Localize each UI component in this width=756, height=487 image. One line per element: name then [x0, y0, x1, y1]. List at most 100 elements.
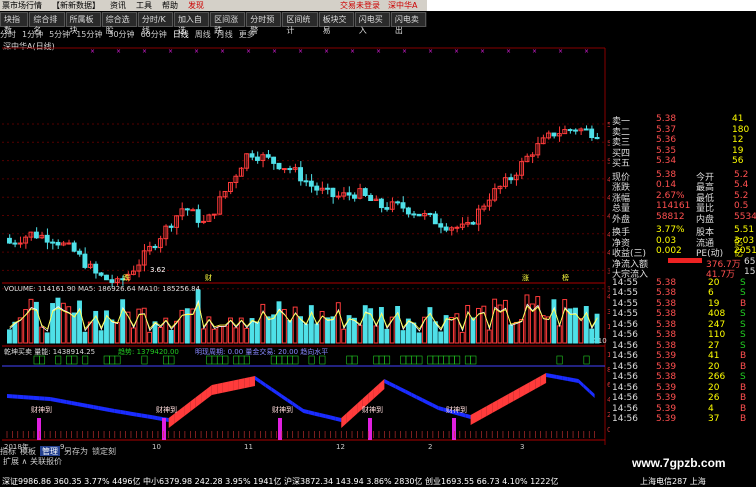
candle-body: [190, 209, 196, 212]
volume-bar: [373, 325, 379, 344]
bottom-tab[interactable]: 锁定刻: [92, 446, 116, 456]
signal-mark: ×: [480, 48, 485, 55]
volume-bar: [195, 289, 201, 344]
tick-row-cell: 26: [708, 393, 720, 403]
tick-row-cell: 5.38: [656, 340, 677, 351]
indicator-ribbon: [438, 406, 444, 412]
indicator-ribbon: [104, 407, 110, 412]
tick-row-cell: 5.38: [656, 277, 677, 288]
indicator-step: [109, 355, 116, 365]
tick-row-cell: 5.38: [656, 319, 677, 330]
stat-row-cell: 5.4: [734, 180, 749, 190]
order-book-row-cell: 5.34: [656, 156, 677, 166]
volume-bar: [335, 302, 341, 344]
tick-row: 14:56 5.38 110 S: [610, 330, 756, 340]
indicator-ribbon: [44, 396, 51, 401]
volume-bar: [583, 306, 589, 344]
indicator-step: [287, 355, 294, 365]
tick-row: 14:56 5.38 27 S: [610, 341, 756, 351]
tick-row-cell: 14:56: [612, 372, 638, 382]
indicator-ribbon: [352, 403, 358, 419]
order-book-row-cell: 5.37: [656, 124, 677, 135]
indicator-ribbon: [427, 400, 433, 408]
indicator-ribbon: [470, 412, 477, 425]
order-book-row: 卖二 5.37 180: [610, 124, 756, 138]
order-book-row-cell: 56: [732, 156, 744, 166]
volume-bar: [492, 298, 498, 344]
signal-mark: ×: [272, 48, 277, 55]
candle-body: [352, 194, 357, 199]
tick-row-cell: 19: [708, 298, 720, 309]
signal-mark: ×: [194, 48, 199, 55]
indicator-ribbon: [125, 410, 131, 416]
indicator-ribbon: [60, 399, 67, 404]
buy-signal-pillar: [452, 418, 456, 440]
indicator-ribbon: [77, 402, 83, 407]
signal-mark: ×: [116, 48, 121, 55]
indicator-ribbon: [211, 383, 218, 395]
stat-row: 外盘 58812 内盘 5534: [610, 212, 756, 225]
volume-bar: [308, 305, 314, 344]
indicator-ribbon: [136, 412, 142, 418]
tick-row-cell: S: [740, 319, 746, 330]
signal-mark: ×: [298, 48, 303, 55]
indicator-ribbon: [508, 391, 514, 404]
indicator-ribbon: [147, 414, 153, 420]
tick-row-cell: 14:56: [612, 330, 638, 340]
signal-tag: 财神到: [156, 405, 177, 414]
candle-body: [470, 222, 476, 225]
indicator-ribbon: [405, 389, 412, 397]
indicator-ribbon: [130, 411, 137, 417]
volume-bar: [168, 329, 174, 344]
indicator-ribbon: [233, 379, 239, 391]
tick-row-cell: 6: [708, 288, 714, 298]
indicator-step: [378, 355, 385, 365]
tick-row-cell: 14:55: [612, 277, 638, 288]
tick-row-cell: 5.39: [656, 393, 677, 403]
indicator-ribbon: [368, 388, 374, 404]
candle-body: [7, 237, 12, 244]
volume-bar: [589, 328, 595, 344]
stat-row-cell: 内盘: [696, 214, 715, 225]
indicator-step: [400, 355, 407, 365]
indicator-ribbon: [292, 401, 299, 410]
chart-mark: 榜: [562, 273, 569, 282]
indicator-ribbon: [529, 379, 536, 392]
tick-row: 14:55 5.38 408 S: [610, 309, 756, 319]
volume-bar: [502, 299, 508, 344]
tick-row-cell: 14:56: [612, 393, 638, 403]
indicator-step: [464, 355, 471, 365]
indicator-step: [351, 355, 358, 365]
candle-body: [265, 154, 271, 158]
volume-bar: [109, 319, 115, 344]
tick-row-cell: 5.38: [656, 298, 677, 309]
candle-body: [362, 188, 368, 196]
bottom-tab[interactable]: 指标: [0, 446, 16, 456]
indicator-ribbon: [254, 376, 261, 384]
volume-bar: [147, 331, 153, 344]
bottom-tab[interactable]: 模板: [20, 446, 36, 456]
tick-row-cell: 14:56: [612, 351, 638, 361]
chart-mark: 财: [205, 273, 212, 282]
candle-body: [195, 209, 201, 223]
indicator-ribbon: [98, 406, 105, 411]
bottom-tab[interactable]: 管理: [40, 446, 60, 456]
indicator-ribbon: [39, 396, 45, 401]
stat-row: 总量 114161 量比 0.5: [610, 201, 756, 214]
candle-body: [249, 153, 255, 158]
stat-row: 收益(三)0.002PE(动)2051.: [610, 246, 756, 259]
stat-row-cell: 3.77%: [656, 225, 685, 235]
indicator-ribbon: [238, 378, 245, 390]
bottom-sub-tabs[interactable]: 扩展 ∧ 关联报价: [3, 456, 62, 467]
tick-row-cell: B: [740, 351, 747, 361]
indicator-step: [292, 355, 299, 365]
tick-row-cell: 14:56: [612, 319, 638, 330]
tick-row-cell: 5.39: [656, 351, 677, 361]
indicator-step: [416, 355, 423, 365]
indicator-ribbon: [23, 395, 29, 400]
indicator-ribbon: [12, 394, 18, 399]
volume-bar: [82, 331, 88, 344]
tick-row-cell: 5.39: [656, 414, 677, 424]
bottom-tab[interactable]: 另存为: [64, 446, 88, 456]
indicator-step: [222, 355, 229, 365]
